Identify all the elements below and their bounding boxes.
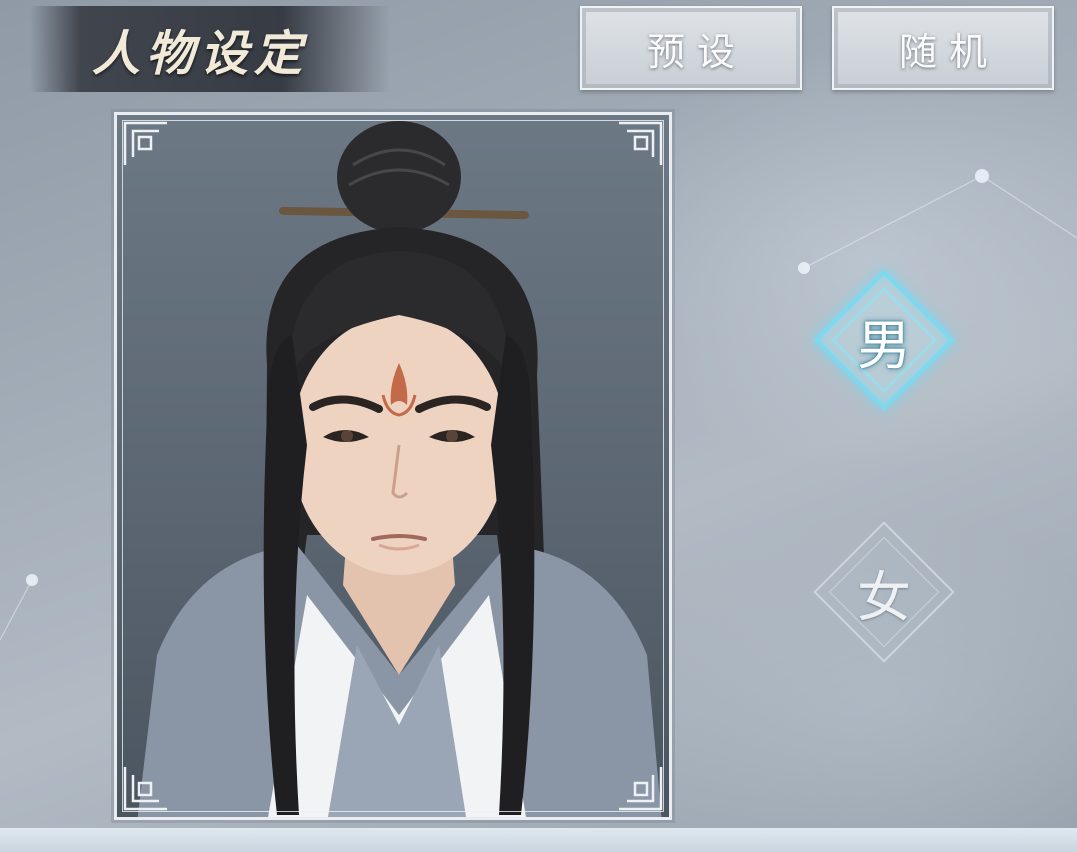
gender-female-label: 女 — [857, 565, 911, 629]
bottom-panel-edge — [0, 828, 1077, 852]
frame-corner-ornament — [619, 121, 663, 165]
random-button-label: 随机 — [898, 29, 999, 74]
character-portrait — [137, 121, 662, 817]
title-banner: 人物设定 — [30, 6, 390, 92]
frame-corner-ornament — [123, 121, 167, 165]
random-button[interactable]: 随机 — [832, 6, 1054, 90]
gender-male-label: 男 — [857, 313, 911, 377]
gender-male-button[interactable]: 男 — [813, 269, 955, 411]
character-portrait-frame — [114, 112, 672, 820]
frame-corner-ornament — [123, 767, 167, 811]
preset-button[interactable]: 预设 — [580, 6, 802, 90]
preset-button-label: 预设 — [646, 29, 747, 74]
page-title: 人物设定 — [91, 26, 308, 82]
frame-corner-ornament — [619, 767, 663, 811]
gender-female-button[interactable]: 女 — [813, 521, 955, 663]
